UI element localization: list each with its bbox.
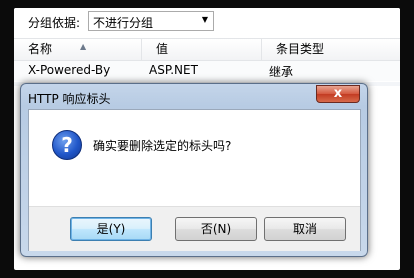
group-by-bar: 分组依据: 不进行分组 ▼ bbox=[14, 8, 400, 36]
sort-ascending-icon: ▲ bbox=[80, 42, 87, 51]
column-header-type-label: 条目类型 bbox=[276, 42, 325, 56]
column-header-name[interactable]: ▲ 名称 bbox=[14, 39, 142, 60]
table-row[interactable]: X-Powered-By ASP.NET 继承 bbox=[14, 61, 400, 81]
row-value-cell: ASP.NET bbox=[149, 63, 198, 77]
yes-button[interactable]: 是(Y) bbox=[70, 217, 152, 241]
row-type-cell: 继承 bbox=[269, 65, 294, 79]
close-button[interactable]: x bbox=[316, 85, 360, 103]
dialog-title: HTTP 响应标头 bbox=[28, 92, 111, 106]
column-header-type[interactable]: 条目类型 bbox=[262, 39, 400, 60]
dialog-button-bar: 是(Y) 否(N) 取消 bbox=[29, 206, 360, 251]
question-icon: ? bbox=[52, 130, 82, 160]
column-header-value-label: 值 bbox=[156, 42, 169, 56]
group-by-dropdown[interactable]: 不进行分组 ▼ bbox=[88, 11, 214, 31]
close-icon: x bbox=[333, 86, 343, 101]
dropdown-arrow-icon: ▼ bbox=[201, 15, 208, 24]
column-header-row: ▲ 名称 值 条目类型 bbox=[14, 38, 400, 61]
cancel-button[interactable]: 取消 bbox=[264, 217, 346, 241]
confirm-delete-dialog: HTTP 响应标头 x ? 确实要删除选定的标头吗? 是(Y) 否(N) 取消 bbox=[20, 83, 368, 257]
row-name-cell: X-Powered-By bbox=[28, 63, 111, 77]
dialog-body: ? 确实要删除选定的标头吗? 是(Y) 否(N) 取消 bbox=[28, 109, 361, 251]
column-header-value[interactable]: 值 bbox=[142, 39, 262, 60]
group-by-value: 不进行分组 bbox=[93, 16, 154, 30]
column-header-name-label: 名称 bbox=[28, 42, 53, 56]
group-by-label: 分组依据: bbox=[28, 16, 81, 30]
no-button[interactable]: 否(N) bbox=[175, 217, 257, 241]
dialog-message: 确实要删除选定的标头吗? bbox=[93, 139, 232, 153]
